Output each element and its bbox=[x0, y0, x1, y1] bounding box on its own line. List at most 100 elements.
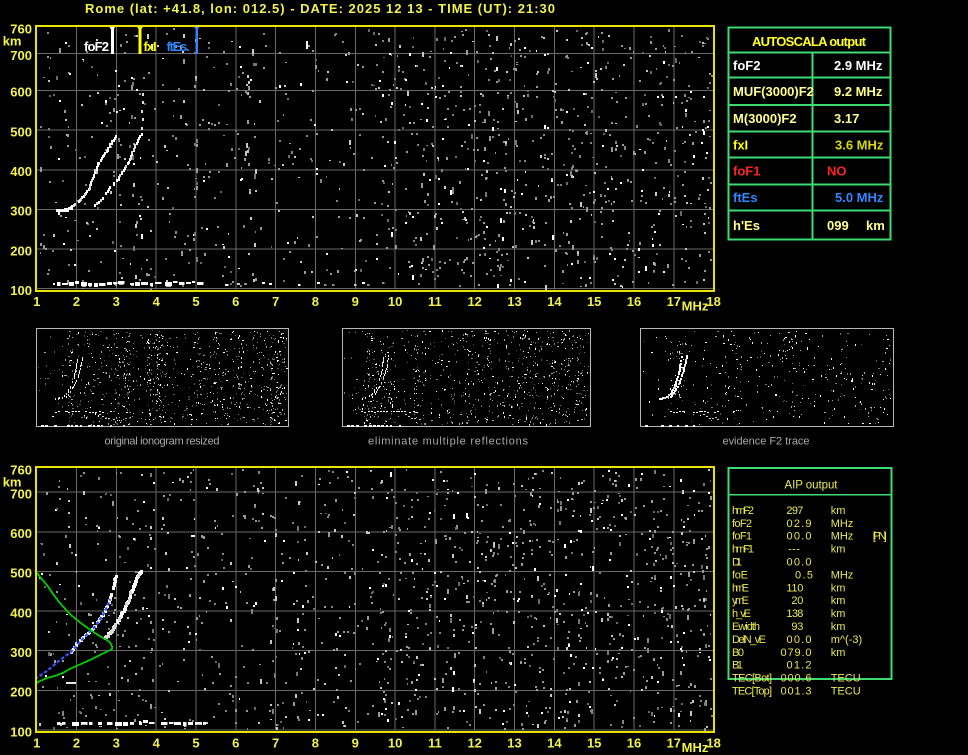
svg-text:5.0 MHz: 5.0 MHz bbox=[835, 190, 884, 205]
svg-text:m^(-3): m^(-3) bbox=[831, 634, 862, 646]
svg-text:km: km bbox=[831, 647, 846, 659]
svg-text:km: km bbox=[831, 608, 846, 620]
svg-text:600: 600 bbox=[10, 526, 32, 541]
svg-text:099: 099 bbox=[827, 218, 849, 233]
svg-text:km: km bbox=[831, 595, 846, 607]
svg-text:MUF(3000)F2: MUF(3000)F2 bbox=[733, 84, 814, 99]
svg-text:297: 297 bbox=[786, 505, 803, 517]
svg-text:Rome (lat: +41.8, lon: 012.5): Rome (lat: +41.8, lon: 012.5) - DATE: 20… bbox=[85, 1, 555, 16]
svg-text:TECU: TECU bbox=[831, 686, 861, 698]
svg-text:1: 1 bbox=[33, 736, 40, 751]
svg-text:15: 15 bbox=[587, 736, 601, 751]
svg-text:13: 13 bbox=[507, 294, 521, 309]
svg-text:01.2: 01.2 bbox=[787, 660, 812, 672]
svg-text:17: 17 bbox=[667, 736, 681, 751]
svg-text:18: 18 bbox=[706, 294, 720, 309]
svg-text:9.2 MHz: 9.2 MHz bbox=[834, 84, 883, 99]
svg-text:4: 4 bbox=[153, 294, 161, 309]
svg-text:138: 138 bbox=[786, 608, 803, 620]
svg-text:0.5: 0.5 bbox=[795, 569, 813, 581]
svg-text:TECU: TECU bbox=[831, 673, 861, 685]
svg-text:foF2: foF2 bbox=[733, 58, 760, 73]
svg-text:B0: B0 bbox=[732, 647, 744, 659]
svg-text:B1: B1 bbox=[732, 660, 743, 672]
svg-text:7: 7 bbox=[272, 736, 279, 751]
svg-text:300: 300 bbox=[10, 645, 32, 660]
svg-text:---: --- bbox=[788, 544, 800, 556]
svg-text:MHz: MHz bbox=[831, 518, 854, 530]
svg-text:400: 400 bbox=[10, 605, 32, 620]
svg-text:400: 400 bbox=[10, 164, 32, 179]
svg-text:foF1: foF1 bbox=[732, 531, 752, 543]
svg-text:AIP output: AIP output bbox=[785, 479, 839, 491]
svg-text:ftEs: ftEs bbox=[733, 190, 758, 205]
svg-text:1: 1 bbox=[33, 294, 40, 309]
svg-text:100: 100 bbox=[10, 283, 32, 298]
svg-text:2: 2 bbox=[73, 294, 80, 309]
svg-text:600: 600 bbox=[10, 85, 32, 100]
svg-text:fxI: fxI bbox=[144, 39, 157, 54]
svg-text:200: 200 bbox=[10, 243, 32, 258]
svg-text:evidence F2 trace: evidence F2 trace bbox=[723, 436, 810, 448]
svg-text:200: 200 bbox=[10, 685, 32, 700]
svg-text:14: 14 bbox=[547, 736, 562, 751]
svg-text:500: 500 bbox=[10, 566, 32, 581]
svg-text:6: 6 bbox=[232, 736, 239, 751]
svg-text:TEC[Bot]: TEC[Bot] bbox=[732, 673, 772, 685]
svg-text:5: 5 bbox=[192, 294, 199, 309]
svg-text:6: 6 bbox=[232, 294, 239, 309]
svg-text:20: 20 bbox=[791, 595, 803, 607]
svg-text:km: km bbox=[831, 621, 846, 633]
svg-text:16: 16 bbox=[627, 736, 641, 751]
svg-text:13: 13 bbox=[507, 736, 521, 751]
svg-text:foF2: foF2 bbox=[732, 518, 752, 530]
svg-text:17: 17 bbox=[667, 294, 681, 309]
svg-text:TEC[Top]: TEC[Top] bbox=[732, 686, 772, 698]
svg-text:4: 4 bbox=[153, 736, 161, 751]
svg-text:10: 10 bbox=[388, 294, 402, 309]
svg-text:93: 93 bbox=[791, 621, 803, 633]
svg-text:ftEs.: ftEs. bbox=[167, 39, 190, 54]
svg-text:foF1: foF1 bbox=[733, 164, 760, 179]
svg-text:079.0: 079.0 bbox=[781, 647, 812, 659]
svg-text:001.3: 001.3 bbox=[781, 686, 812, 698]
svg-text:10: 10 bbox=[388, 736, 402, 751]
svg-text:15: 15 bbox=[587, 294, 601, 309]
svg-text:MHz: MHz bbox=[831, 531, 854, 543]
svg-text:3: 3 bbox=[113, 736, 120, 751]
svg-text:700: 700 bbox=[10, 48, 32, 63]
svg-text:km: km bbox=[831, 544, 846, 556]
svg-text:110: 110 bbox=[786, 582, 803, 594]
svg-text:fxI: fxI bbox=[733, 137, 748, 152]
svg-text:2.9 MHz: 2.9 MHz bbox=[834, 58, 883, 73]
svg-text:8: 8 bbox=[312, 736, 319, 751]
svg-text:km: km bbox=[3, 475, 22, 490]
svg-text:NO: NO bbox=[827, 164, 847, 179]
svg-text:000.6: 000.6 bbox=[781, 673, 812, 685]
svg-text:8: 8 bbox=[312, 294, 319, 309]
svg-text:3: 3 bbox=[113, 294, 120, 309]
svg-text:hmF2: hmF2 bbox=[732, 505, 754, 517]
svg-text:7: 7 bbox=[272, 294, 279, 309]
svg-text:MHz: MHz bbox=[682, 298, 709, 313]
svg-text:12: 12 bbox=[467, 294, 481, 309]
svg-text:ymE: ymE bbox=[732, 595, 749, 607]
svg-text:original ionogram resized: original ionogram resized bbox=[105, 436, 220, 448]
svg-text:3.17: 3.17 bbox=[834, 111, 859, 126]
svg-text:100: 100 bbox=[10, 724, 32, 739]
svg-text:02.9: 02.9 bbox=[787, 518, 812, 530]
svg-text:hmF1: hmF1 bbox=[732, 544, 754, 556]
svg-text:00.0: 00.0 bbox=[787, 634, 812, 646]
svg-text:foF2: foF2 bbox=[84, 39, 109, 54]
svg-text:h'Es: h'Es bbox=[733, 218, 760, 233]
svg-text:14: 14 bbox=[547, 294, 562, 309]
svg-text:3.6 MHz: 3.6 MHz bbox=[835, 137, 884, 152]
svg-text:AUTOSCALA output: AUTOSCALA output bbox=[752, 34, 867, 49]
svg-text:500: 500 bbox=[10, 124, 32, 139]
svg-text:h_vE: h_vE bbox=[732, 608, 751, 620]
svg-text:5: 5 bbox=[192, 736, 199, 751]
svg-text:18: 18 bbox=[706, 736, 720, 751]
svg-text:[PN]: [PN] bbox=[873, 531, 887, 543]
svg-text:11: 11 bbox=[428, 294, 442, 309]
svg-text:00.0: 00.0 bbox=[787, 557, 812, 569]
